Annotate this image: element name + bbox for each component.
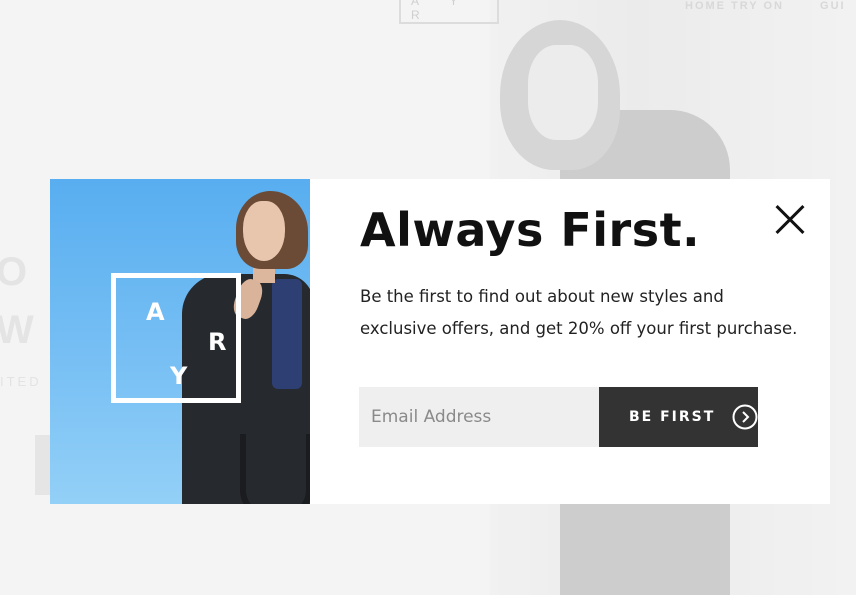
signup-modal: A R Y Always First. Be the first to find… (50, 179, 830, 504)
be-first-button[interactable]: BE FIRST (599, 387, 758, 447)
modal-content: Always First. Be the first to find out a… (310, 179, 830, 504)
background-hero-line: O (0, 250, 46, 294)
signup-form: BE FIRST (359, 387, 758, 447)
background-model-face (528, 45, 598, 140)
modal-promo-image: A R Y (50, 179, 310, 504)
be-first-label: BE FIRST (629, 409, 716, 425)
close-icon[interactable] (774, 203, 806, 235)
background-logo: A Y R (399, 0, 499, 24)
chevron-right-circle-icon (732, 404, 758, 430)
model-belt (240, 434, 310, 504)
modal-title: Always First. (360, 203, 701, 257)
model-scarf (272, 279, 302, 389)
brand-letter-r: R (208, 328, 227, 356)
email-field[interactable] (359, 387, 599, 447)
background-nav-item: GUI (820, 0, 846, 12)
background-nav: HOME TRY ON GUI (685, 0, 846, 12)
brand-letter-a: A (146, 298, 165, 326)
model-face (243, 201, 285, 261)
modal-description: Be the first to find out about new style… (360, 287, 798, 338)
brand-letter-y: Y (170, 362, 188, 390)
background-nav-item: HOME TRY ON (685, 0, 785, 12)
background-subtext: ITED (0, 374, 42, 389)
brand-logo: A R Y (111, 273, 241, 403)
